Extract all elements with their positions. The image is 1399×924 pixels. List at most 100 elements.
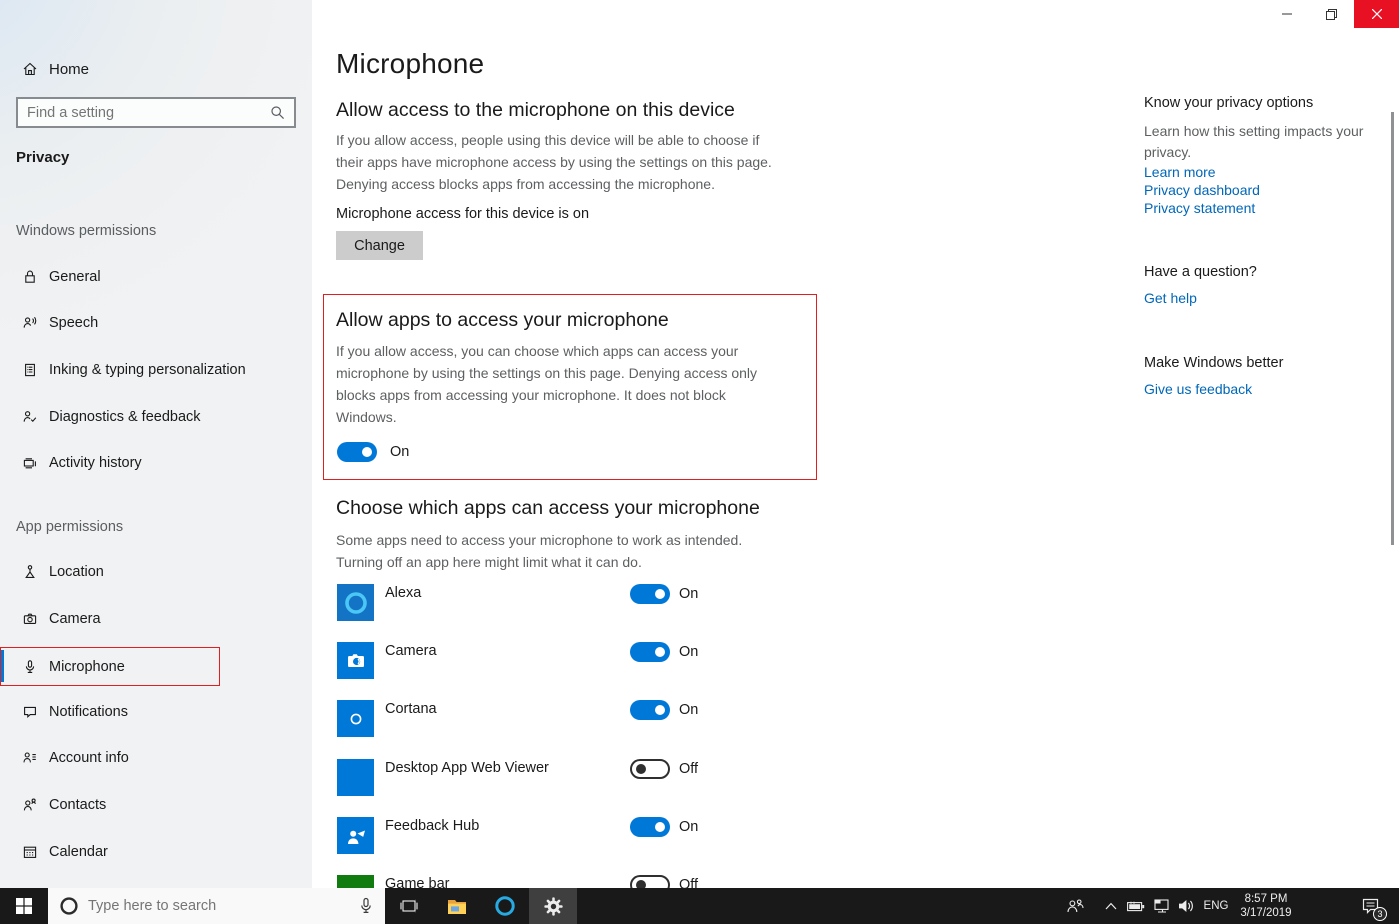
taskbar-clock[interactable]: 8:57 PM 3/17/2019 (1233, 892, 1299, 922)
give-feedback-link[interactable]: Give us feedback (1144, 381, 1252, 397)
sidebar-item-diagnostics-feedback[interactable]: Diagnostics & feedback (0, 399, 312, 435)
sidebar-item-label: Camera (49, 611, 101, 627)
notification-badge: 3 (1373, 907, 1387, 921)
app-access-toggle[interactable] (337, 442, 377, 462)
sidebar-item-label: Microphone (49, 659, 125, 675)
app-name: Camera (385, 643, 437, 659)
battery-icon (1127, 901, 1145, 912)
sidebar-item-general[interactable]: General (0, 259, 312, 295)
camera-app-icon (344, 649, 368, 673)
taskbar-search-input[interactable] (88, 898, 358, 914)
sidebar-category-heading: Privacy (16, 149, 69, 166)
toggle-state-label: On (679, 644, 698, 660)
feedback-hub-toggle[interactable] (630, 817, 670, 837)
alexa-taskbar-icon (494, 895, 516, 917)
device-access-heading: Allow access to the microphone on this d… (336, 99, 735, 122)
people-icon (1066, 898, 1084, 914)
change-button[interactable]: Change (336, 231, 423, 260)
sidebar-item-label: Inking & typing personalization (49, 362, 246, 378)
learn-more-link[interactable]: Learn more (1144, 164, 1216, 180)
network-tray-button[interactable] (1150, 888, 1174, 924)
sidebar-item-camera[interactable]: Camera (0, 601, 312, 637)
notifications-icon (22, 704, 38, 720)
have-question-heading: Have a question? (1144, 264, 1257, 280)
sidebar-item-calendar[interactable]: Calendar (0, 834, 312, 870)
sidebar-item-contacts[interactable]: Contacts (0, 787, 312, 823)
sidebar-item-home[interactable]: Home (0, 52, 312, 86)
taskbar-mic-icon[interactable] (358, 897, 374, 915)
sidebar-item-location[interactable]: Location (0, 554, 312, 590)
feedback-hub-icon (344, 824, 368, 848)
chevron-up-icon (1105, 902, 1117, 910)
start-button[interactable] (0, 888, 48, 924)
file-explorer-button[interactable] (433, 888, 481, 924)
language-indicator[interactable]: ENG (1199, 888, 1233, 924)
file-explorer-icon (447, 898, 467, 915)
settings-gear-icon (544, 897, 563, 916)
privacy-dashboard-link[interactable]: Privacy dashboard (1144, 182, 1260, 198)
sidebar-item-account-info[interactable]: Account info (0, 740, 312, 776)
minimize-button[interactable] (1264, 0, 1309, 28)
battery-tray-button[interactable] (1124, 888, 1148, 924)
sidebar-item-inking-typing[interactable]: Inking & typing personalization (0, 352, 312, 388)
microphone-icon (22, 659, 38, 675)
sidebar-item-label: Account info (49, 750, 129, 766)
alexa-app-tile (337, 584, 374, 621)
privacy-statement-link[interactable]: Privacy statement (1144, 200, 1255, 216)
settings-taskbar-button[interactable] (529, 888, 577, 924)
camera-toggle[interactable] (630, 642, 670, 662)
contacts-icon (22, 797, 38, 813)
minimize-icon (1282, 9, 1292, 19)
feedback-hub-tile (337, 817, 374, 854)
action-center-button[interactable]: 3 (1350, 888, 1390, 924)
group-label-windows-permissions: Windows permissions (16, 223, 296, 239)
restore-button[interactable] (1309, 0, 1354, 28)
sidebar-item-activity-history[interactable]: Activity history (0, 445, 312, 481)
cortana-icon (348, 711, 364, 727)
show-hidden-icons-button[interactable] (1100, 888, 1122, 924)
cortana-toggle[interactable] (630, 700, 670, 720)
inking-icon (22, 362, 38, 378)
toggle-state-label: Off (679, 761, 698, 777)
volume-tray-button[interactable] (1174, 888, 1198, 924)
calendar-icon (22, 844, 38, 860)
sidebar-item-notifications[interactable]: Notifications (0, 694, 312, 730)
sidebar-item-microphone[interactable]: Microphone (0, 648, 312, 686)
taskbar-search[interactable] (48, 888, 385, 924)
network-icon (1154, 899, 1171, 913)
sidebar-item-label: Calendar (49, 844, 108, 860)
sidebar-item-label: Speech (49, 315, 98, 331)
sidebar-item-label: Contacts (49, 797, 106, 813)
alexa-icon (343, 590, 369, 616)
app-name: Alexa (385, 585, 421, 601)
home-icon (22, 61, 38, 77)
find-setting-searchbox[interactable] (16, 97, 296, 128)
search-input[interactable] (18, 105, 270, 121)
toggle-state-label: On (679, 702, 698, 718)
alexa-taskbar-button[interactable] (481, 888, 529, 924)
task-view-icon (400, 898, 418, 914)
desktop-app-web-viewer-toggle[interactable] (630, 759, 670, 779)
close-button[interactable] (1354, 0, 1399, 28)
privacy-options-heading: Know your privacy options (1144, 95, 1313, 111)
app-name: Desktop App Web Viewer (385, 760, 549, 776)
sidebar-home-label: Home (49, 61, 89, 78)
app-row-camera: Camera On (337, 642, 817, 686)
app-row-alexa: Alexa On (337, 584, 817, 628)
get-help-link[interactable]: Get help (1144, 290, 1197, 306)
windows-logo-icon (16, 898, 32, 914)
vertical-scrollbar[interactable] (1391, 112, 1394, 545)
app-access-description: If you allow access, you can choose whic… (336, 340, 764, 428)
cortana-app-tile (337, 700, 374, 737)
group-label-app-permissions: App permissions (16, 519, 296, 535)
sidebar-item-speech[interactable]: Speech (0, 305, 312, 341)
people-tray-button[interactable] (1062, 888, 1088, 924)
task-view-button[interactable] (385, 888, 433, 924)
cortana-search-icon (59, 896, 79, 916)
choose-apps-heading: Choose which apps can access your microp… (336, 497, 760, 520)
sidebar-item-label: Activity history (49, 455, 142, 471)
restore-icon (1326, 9, 1337, 20)
alexa-toggle[interactable] (630, 584, 670, 604)
activity-history-icon (22, 455, 38, 471)
clock-time: 8:57 PM (1233, 892, 1299, 906)
